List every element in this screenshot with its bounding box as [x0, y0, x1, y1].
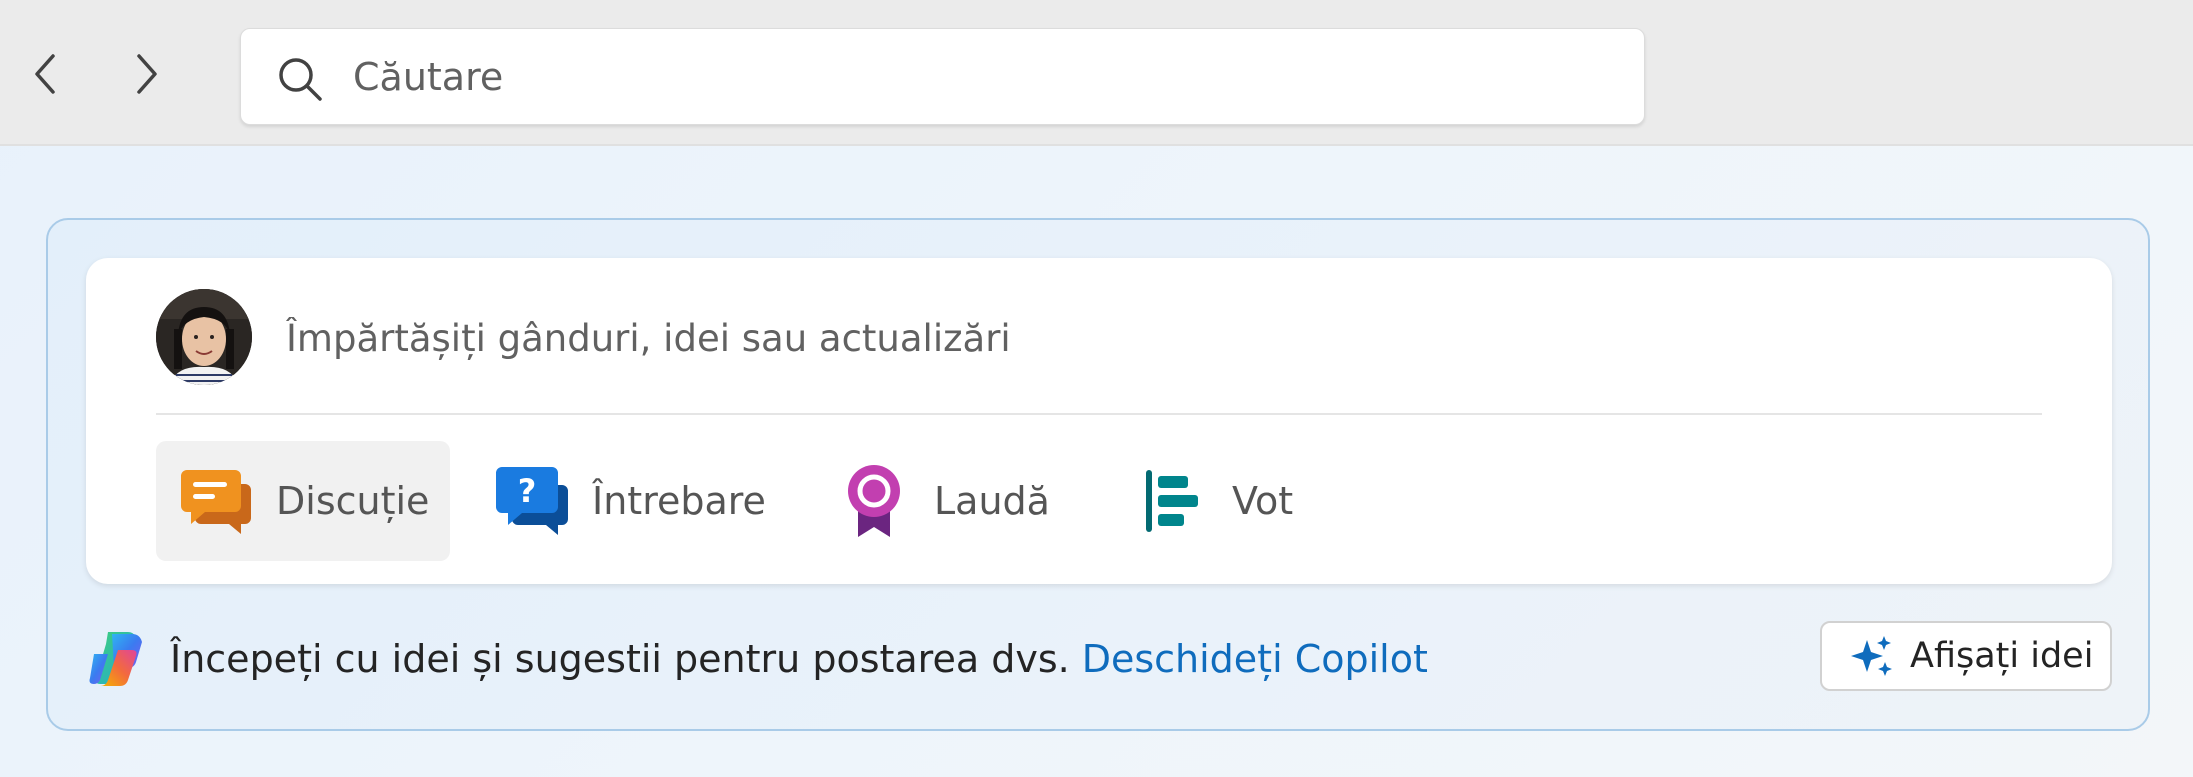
chevron-right-icon: [137, 54, 157, 94]
post-input[interactable]: [286, 310, 1986, 366]
post-composer-panel: Discuție ? Întrebare Laudă: [46, 218, 2150, 731]
sparkle-icon: [1851, 636, 1892, 676]
post-type-discussion-button[interactable]: Discuție: [156, 441, 450, 561]
poll-icon: [1146, 470, 1198, 532]
post-type-poll-button[interactable]: Vot: [1134, 441, 1293, 561]
show-ideas-label: Afișați idei: [1910, 636, 2094, 676]
post-type-label: Întrebare: [592, 479, 766, 523]
question-icon: ?: [496, 467, 568, 535]
user-photo-icon: [156, 289, 252, 385]
copilot-logo-icon: [89, 632, 142, 686]
post-type-praise-button[interactable]: Laudă: [836, 441, 1050, 561]
avatar[interactable]: [156, 289, 252, 385]
praise-icon: [848, 465, 900, 537]
search-icon: [279, 58, 322, 101]
divider: [156, 413, 2042, 415]
post-type-question-button[interactable]: ? Întrebare: [494, 441, 766, 561]
composer-card: Discuție ? Întrebare Laudă: [86, 258, 2112, 584]
show-ideas-button[interactable]: Afișați idei: [1820, 621, 2112, 691]
post-type-label: Discuție: [276, 479, 430, 523]
forward-button[interactable]: [116, 44, 176, 104]
post-type-label: Vot: [1232, 479, 1294, 523]
discussion-icon: [181, 470, 251, 534]
top-bar: [0, 0, 2193, 146]
copilot-prompt-text: Începeți cu idei și sugestii pentru post…: [170, 637, 1070, 681]
chevron-left-icon: [35, 54, 55, 94]
back-button[interactable]: [16, 44, 76, 104]
svg-text:?: ?: [518, 472, 537, 510]
open-copilot-link[interactable]: Deschideți Copilot: [1082, 637, 1428, 681]
copilot-prompt: Începeți cu idei și sugestii pentru post…: [170, 633, 1428, 685]
search-input[interactable]: [353, 47, 1613, 107]
search-box[interactable]: [240, 28, 1645, 125]
post-type-label: Laudă: [934, 479, 1050, 523]
